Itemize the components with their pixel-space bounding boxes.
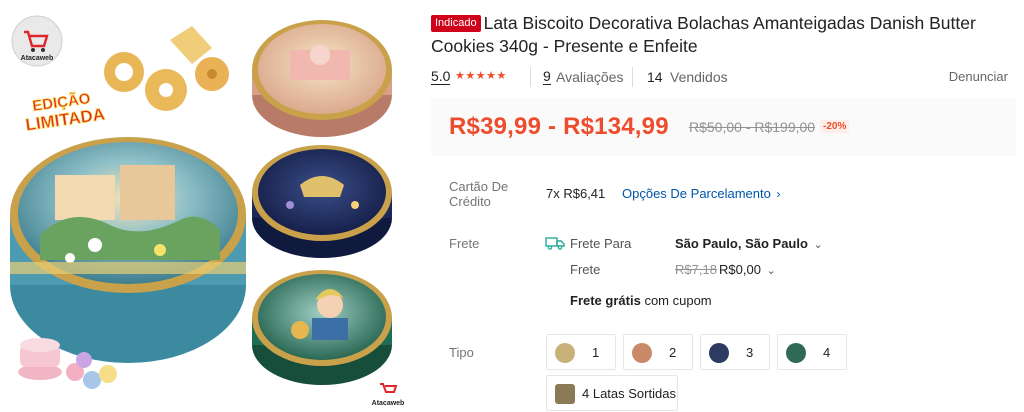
divider: [530, 67, 531, 87]
product-stats: 5.0 ★★★★★ 9 Avaliações 14 Vendidos Denun…: [431, 67, 1016, 87]
watermark-logo: Atacaweb: [372, 383, 405, 407]
shipping-old-cost: R$7,18: [675, 262, 717, 277]
variant-thumbnail: [555, 384, 575, 404]
discount-badge: -20%: [820, 120, 850, 133]
recommended-badge: Indicado: [431, 15, 481, 32]
variant-option-4[interactable]: 4: [777, 334, 847, 370]
variant-label: Tipo: [449, 345, 474, 360]
tin-pink: [252, 20, 392, 137]
variant-option-label: 1: [592, 345, 600, 360]
shipping-label: Frete: [449, 236, 480, 251]
star-rating-icons: ★★★★★: [455, 70, 507, 82]
variant-option-label: 2: [669, 345, 677, 360]
variant-option-3[interactable]: 3: [700, 334, 770, 370]
tin-green: [252, 270, 392, 385]
variant-option-2[interactable]: 2: [623, 334, 693, 370]
variant-option-label: 4 Latas Sortidas: [582, 386, 676, 401]
cookies-illustration: [104, 26, 229, 111]
installment-value: 7x R$6,41: [546, 186, 606, 201]
payment-label-line2: Crédito: [449, 194, 491, 209]
payment-label-line1: Cartão De: [449, 179, 509, 194]
divider: [632, 67, 633, 87]
product-image[interactable]: Atacaweb EDIÇÃO LIMITADA Atacaweb: [0, 0, 405, 412]
brand-logo: Atacaweb: [11, 15, 63, 67]
free-shipping-rest: com cupom: [644, 293, 712, 308]
variant-option-1[interactable]: 1: [546, 334, 616, 370]
chevron-right-icon: ›: [776, 187, 781, 201]
product-illustration: Atacaweb EDIÇÃO LIMITADA Atacaweb: [10, 15, 405, 407]
chevron-down-icon: ⌄: [813, 239, 823, 251]
chevron-down-icon: ⌄: [766, 265, 776, 277]
shipping-cost-label: Frete: [570, 262, 601, 277]
watermark-text: Atacaweb: [372, 400, 405, 407]
variant-thumbnail: [709, 343, 729, 363]
report-link[interactable]: Denunciar: [949, 69, 1008, 84]
product-title-block: Indicado Lata Biscoito Decorativa Bolacha…: [431, 12, 1006, 58]
reviews-count[interactable]: 9: [543, 68, 551, 85]
shipping-destination-select[interactable]: São Paulo, São Paulo ⌄: [675, 236, 823, 253]
variant-option-label: 3: [746, 345, 754, 360]
shipping-new-cost: R$0,00: [719, 262, 761, 277]
price-range: R$39,99 - R$134,99: [449, 113, 669, 140]
sold-count: 14: [647, 69, 663, 85]
free-shipping-bold: Frete grátis: [570, 293, 641, 308]
tin-navy: [252, 145, 392, 258]
rating-value[interactable]: 5.0: [431, 68, 451, 85]
installment-options-link[interactable]: Opções De Parcelamento ›: [622, 186, 780, 202]
variant-thumbnail: [632, 343, 652, 363]
variant-thumbnail: [555, 343, 575, 363]
installment-options-label: Opções De Parcelamento: [622, 186, 771, 201]
variant-thumbnail: [786, 343, 806, 363]
variant-option-label: 4: [823, 345, 831, 360]
big-tin: [10, 137, 246, 363]
reviews-label: Avaliações: [556, 69, 624, 85]
original-price-range: R$50,00 - R$199,00: [689, 119, 816, 135]
variant-option-5[interactable]: 4 Latas Sortidas: [546, 375, 678, 411]
shipping-cost-dropdown[interactable]: R$0,00 ⌄: [719, 262, 776, 279]
product-info-panel: Indicado Lata Biscoito Decorativa Bolacha…: [431, 0, 1016, 412]
shipping-destination: São Paulo, São Paulo: [675, 236, 808, 251]
product-title: Lata Biscoito Decorativa Bolachas Amante…: [431, 13, 976, 56]
price-section: R$39,99 - R$134,99 R$50,00 - R$199,00 -2…: [431, 98, 1016, 156]
truck-icon: [545, 236, 565, 250]
logo-text: Atacaweb: [21, 55, 54, 62]
free-shipping-note: Frete grátis com cupom: [570, 293, 712, 309]
sold-label: Vendidos: [670, 69, 728, 85]
limited-edition-sticker: EDIÇÃO LIMITADA: [24, 89, 107, 135]
shipping-to-label: Frete Para: [570, 236, 632, 251]
